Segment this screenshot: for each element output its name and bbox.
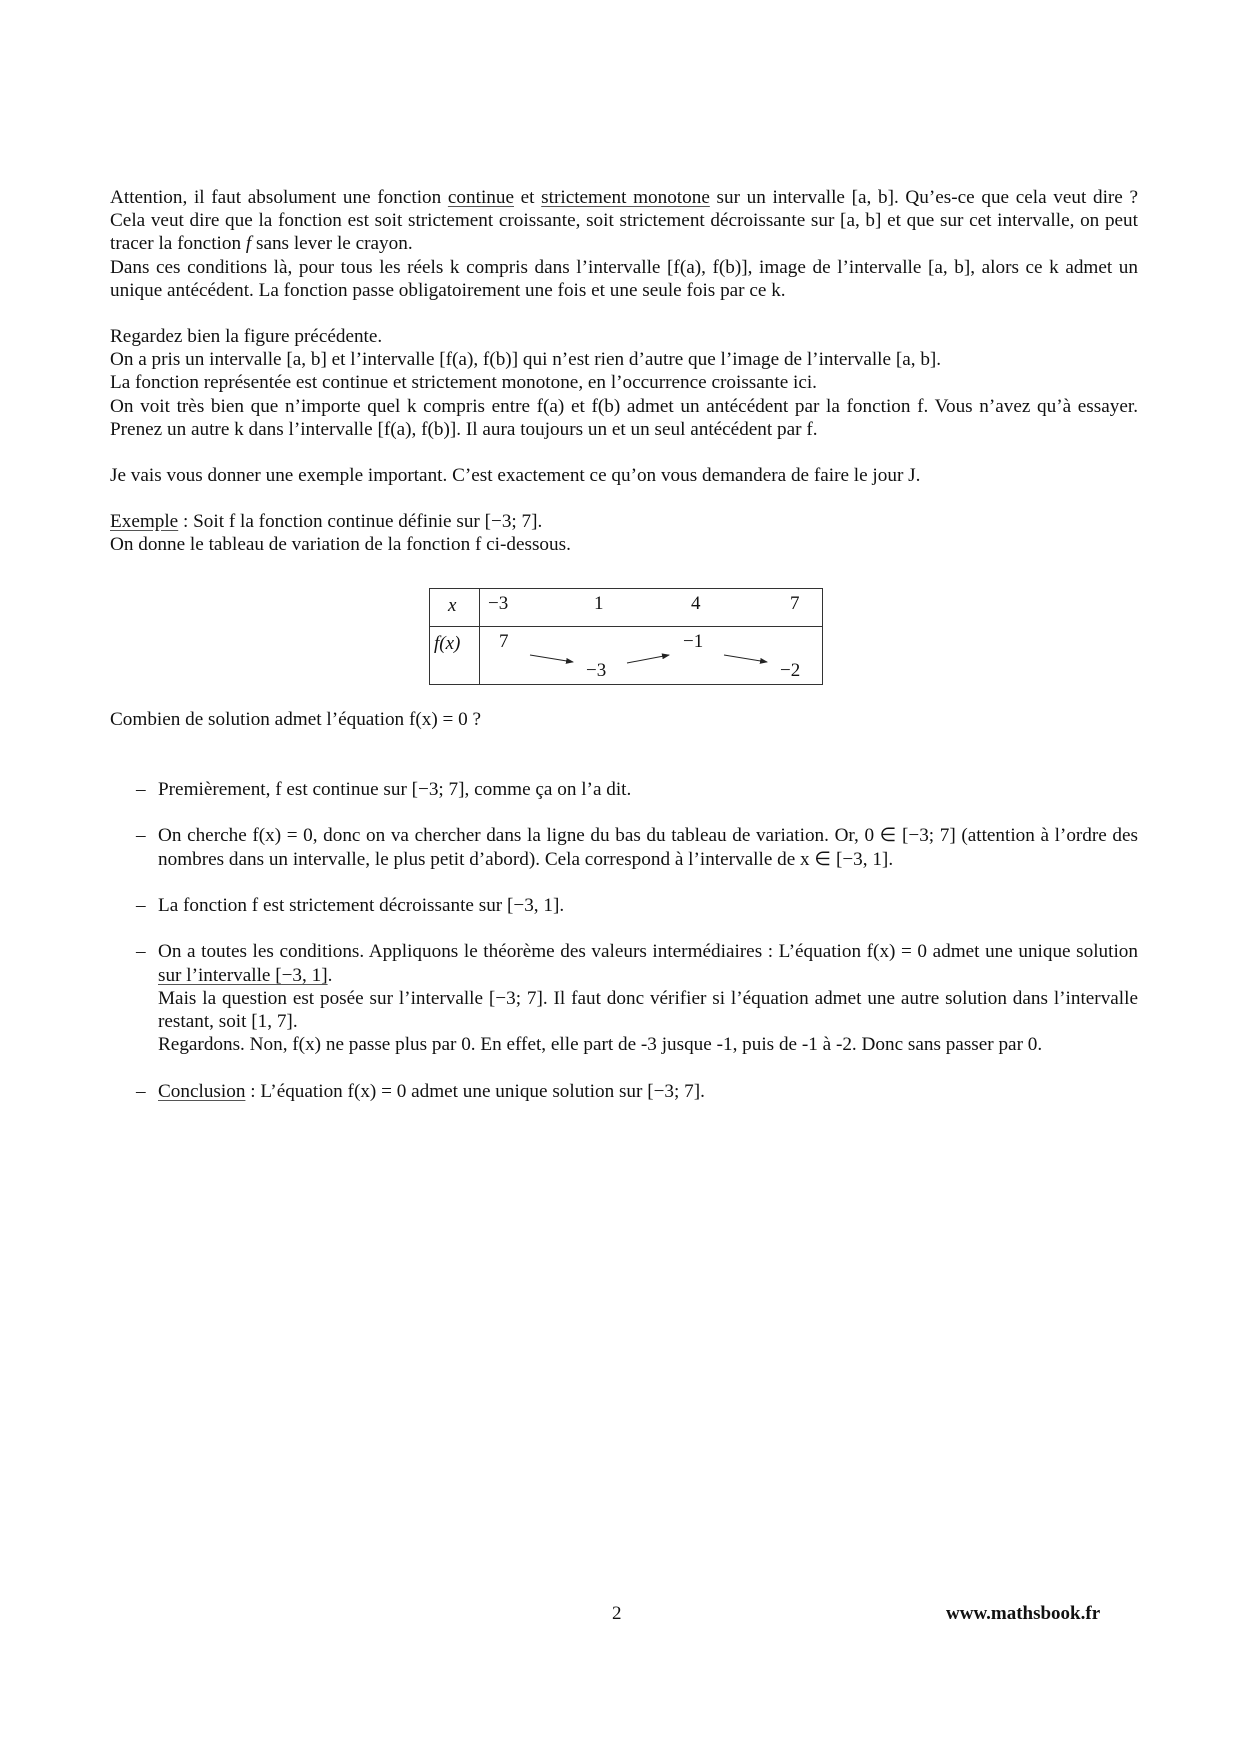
- step-text: Premièrement, f est continue sur [−3; 7]…: [158, 779, 632, 800]
- website-link[interactable]: www.mathsbook.fr: [946, 1603, 1100, 1625]
- list-item: – On a toutes les conditions. Appliquons…: [110, 940, 1138, 1056]
- intro-paragraph-1: Attention, il faut absolument une foncti…: [110, 186, 1138, 256]
- list-item: – Premièrement, f est continue sur [−3; …: [110, 778, 1138, 801]
- underlined-interval: sur l’intervalle [−3, 1]: [158, 964, 328, 986]
- variation-arrows: [529, 653, 768, 664]
- list-bullet: –: [136, 779, 146, 800]
- step-text: On cherche f(x) = 0, donc on va chercher…: [158, 825, 1138, 870]
- example-intro: Je vais vous donner une exemple importan…: [110, 465, 921, 487]
- page-number: 2: [612, 1603, 622, 1624]
- figure-note-line-3: La fonction représentée est continue et …: [110, 372, 817, 394]
- text-run: sans lever le crayon.: [251, 233, 413, 255]
- step-text: Mais la question est posée sur l’interva…: [158, 987, 1138, 1032]
- step-text: : L’équation f(x) = 0 admet une unique s…: [245, 1080, 705, 1102]
- underlined-term-monotone: strictement monotone: [541, 187, 710, 208]
- solution-steps-list: – Premièrement, f est continue sur [−3; …: [110, 778, 1138, 1126]
- increasing-arrow-icon: [626, 653, 670, 664]
- step-text: Regardons. Non, f(x) ne passe plus par 0…: [158, 1034, 1043, 1056]
- question: Combien de solution admet l’équation f(x…: [110, 709, 482, 730]
- list-item: – On cherche f(x) = 0, donc on va cherch…: [110, 824, 1138, 870]
- underlined-term-continue: continue: [447, 187, 514, 208]
- example-label: Exemple: [110, 511, 179, 533]
- variation-table: x f(x) −3 1 4 7 7 −3 −1 −2: [429, 588, 823, 685]
- figure-note-line-1: Regardez bien la figure précédente.: [110, 326, 383, 348]
- document-page: Attention, il faut absolument une foncti…: [0, 0, 1239, 1754]
- list-bullet: –: [136, 825, 146, 847]
- example-line-1: Exemple : Soit f la fonction continue dé…: [110, 510, 1138, 533]
- text-run: : Soit f la fonction continue définie su…: [178, 511, 543, 533]
- example-line-2: On donne le tableau de variation de la f…: [110, 534, 571, 556]
- figure-note-line-4: On voit très bien que n’importe quel k c…: [110, 395, 1138, 440]
- decreasing-arrow-icon: [723, 654, 768, 664]
- text-run: et: [513, 187, 542, 208]
- step-text: La fonction f est strictement décroissan…: [158, 894, 565, 916]
- question-section: Combien de solution admet l’équation f(x…: [110, 708, 1138, 731]
- step-text: On a toutes les conditions. Appliquons l…: [158, 941, 1138, 963]
- decreasing-arrow-icon: [529, 654, 574, 664]
- intro-paragraph-2: Dans ces conditions là, pour tous les ré…: [110, 256, 1138, 301]
- list-item: – La fonction f est strictement décroiss…: [110, 894, 1138, 917]
- list-bullet: –: [136, 1080, 146, 1102]
- step-text: .: [327, 964, 333, 986]
- intro-section: Attention, il faut absolument une foncti…: [110, 186, 1138, 557]
- text-run: Attention, il faut absolument une foncti…: [110, 187, 448, 208]
- list-bullet: –: [136, 941, 146, 963]
- conclusion-label: Conclusion: [158, 1080, 246, 1102]
- step-paragraph: On a toutes les conditions. Appliquons l…: [158, 940, 1138, 986]
- figure-note-line-2: On a pris un intervalle [a, b] et l’inte…: [110, 349, 942, 371]
- list-item: – Conclusion : L’équation f(x) = 0 admet…: [110, 1080, 1138, 1103]
- list-bullet: –: [136, 894, 146, 916]
